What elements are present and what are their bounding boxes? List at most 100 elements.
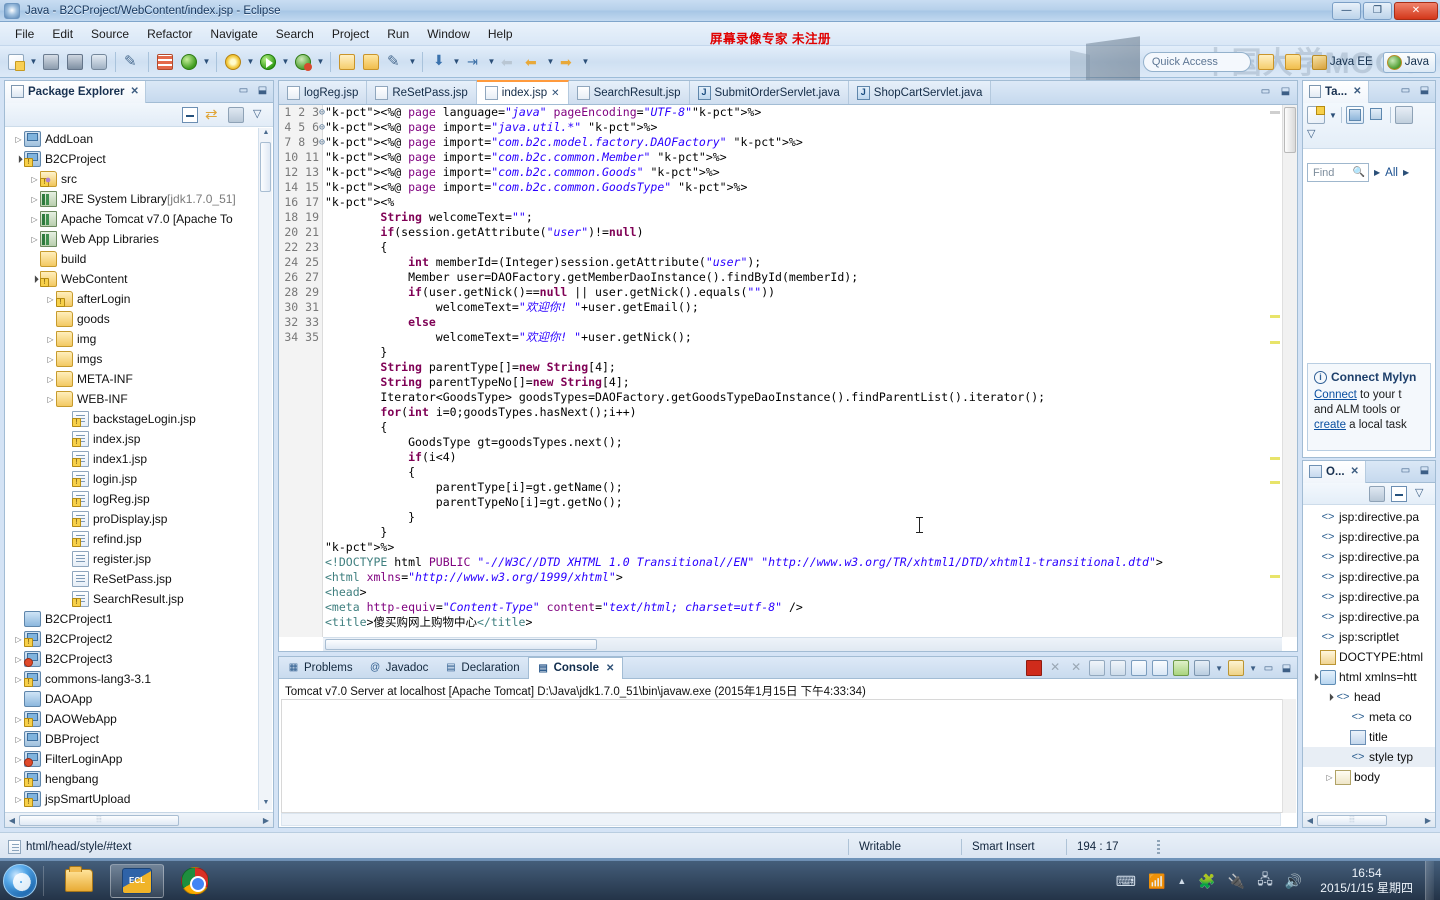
tree-item[interactable]: FilterLoginApp [5, 749, 273, 769]
show-desktop-button[interactable] [1425, 861, 1434, 900]
network-icon[interactable]: 🖧 [1257, 869, 1273, 893]
tree-expand-icon[interactable] [13, 755, 24, 764]
tree-item[interactable]: JRE System Library [jdk1.7.0_51] [5, 189, 273, 209]
tree-item[interactable]: B2CProject3 [5, 649, 273, 669]
outline-item[interactable]: title [1303, 727, 1435, 747]
outline-item[interactable]: <> jsp:directive.pa [1303, 607, 1435, 627]
tree-expand-icon[interactable] [45, 335, 56, 344]
minimize-icon[interactable]: ▭ [237, 84, 250, 97]
tree-expand-icon[interactable] [29, 175, 40, 184]
tree-item[interactable]: ! afterLogin [5, 289, 273, 309]
outline-item[interactable]: <> meta co [1303, 707, 1435, 727]
next-annotation-dropdown-icon[interactable]: ▼ [451, 51, 462, 73]
tree-expand-icon[interactable] [13, 715, 24, 724]
tree-item[interactable]: ! logReg.jsp [5, 489, 273, 509]
customize-perspective-icon[interactable] [1282, 51, 1304, 73]
outline-item[interactable]: <> jsp:directive.pa [1303, 587, 1435, 607]
outline-item[interactable]: DOCTYPE:html [1303, 647, 1435, 667]
back-icon[interactable] [522, 51, 544, 73]
tree-expand-icon[interactable] [13, 735, 24, 744]
next-annotation-icon[interactable] [428, 51, 450, 73]
tree-expand-icon[interactable] [1324, 693, 1335, 701]
minimize-button[interactable]: — [1332, 2, 1361, 20]
scroll-right-icon[interactable]: ▶ [259, 816, 273, 825]
outline-hscrollbar[interactable]: ◀ ⦙⦙⦙ ▶ [1303, 812, 1435, 827]
tree-expand-icon[interactable] [13, 635, 24, 644]
maximize-icon[interactable]: ⬓ [1279, 85, 1292, 98]
tree-item[interactable]: ! commons-lang3-3.1 [5, 669, 273, 689]
external-tools-icon[interactable] [222, 51, 244, 73]
remove-all-launches-icon[interactable] [1068, 660, 1084, 676]
close-icon[interactable]: ✕ [1353, 86, 1361, 97]
menu-item-window[interactable]: Window [418, 25, 479, 43]
maximize-icon[interactable]: ⬓ [256, 84, 269, 97]
tree-item[interactable]: ReSetPass.jsp [5, 569, 273, 589]
scroll-right-icon[interactable]: ▶ [1421, 816, 1435, 825]
editor-vscroll-thumb[interactable] [1284, 107, 1296, 153]
tree-expand-icon[interactable] [45, 295, 56, 304]
remove-launch-icon[interactable] [1047, 660, 1063, 676]
outline-item[interactable]: <> jsp:scriptlet [1303, 627, 1435, 647]
tree-item[interactable]: DAOApp [5, 689, 273, 709]
new-java-package-icon[interactable] [154, 51, 176, 73]
tree-item[interactable]: ! SearchResult.jsp [5, 589, 273, 609]
tree-item[interactable]: ! proDisplay.jsp [5, 509, 273, 529]
focus-on-active-task-icon[interactable] [228, 106, 244, 123]
scroll-up-icon[interactable]: ▲ [261, 129, 271, 139]
outline-item[interactable]: <> jsp:directive.pa [1303, 567, 1435, 587]
console-options-dropdown-icon[interactable]: ▼ [1249, 664, 1257, 673]
open-console-icon[interactable] [1173, 660, 1190, 676]
close-icon[interactable]: ✕ [131, 86, 139, 97]
menu-item-source[interactable]: Source [82, 25, 138, 43]
new-task-dropdown-icon[interactable]: ▼ [1329, 111, 1337, 120]
view-menu-icon[interactable] [251, 107, 267, 123]
source-code[interactable]: "k-pct"><%@ page language="java" pageEnc… [325, 105, 1267, 637]
editor-tab[interactable]: SearchResult.jsp [568, 81, 690, 104]
menu-item-file[interactable]: File [6, 25, 43, 43]
bottom-tab[interactable]: @ Javadoc [361, 657, 437, 679]
maximize-button[interactable]: ❐ [1363, 2, 1392, 20]
external-tools-dropdown-icon[interactable]: ▼ [245, 51, 256, 73]
taskbar-clock[interactable]: 16:54 2015/1/15 星期四 [1314, 866, 1413, 896]
console-hscrollbar[interactable] [281, 813, 1281, 826]
keyboard-layout-icon[interactable]: ⌨ [1116, 873, 1136, 890]
menu-item-run[interactable]: Run [378, 25, 418, 43]
scroll-left-icon[interactable]: ◀ [1303, 816, 1317, 825]
scroll-down-icon[interactable]: ▼ [261, 799, 271, 809]
categorized-presentation-icon[interactable] [1345, 106, 1364, 124]
tree-expand-icon[interactable] [13, 775, 24, 784]
outline-item[interactable]: <> style typ [1303, 747, 1435, 767]
print-icon[interactable] [88, 51, 110, 73]
menu-item-project[interactable]: Project [323, 25, 378, 43]
minimize-icon[interactable]: ▭ [1262, 662, 1275, 675]
search-dropdown-icon[interactable]: ▼ [407, 51, 418, 73]
display-selected-console-icon[interactable] [1152, 660, 1169, 676]
maximize-icon[interactable]: ⬓ [1418, 84, 1431, 97]
outline-item[interactable]: <> jsp:directive.pa [1303, 507, 1435, 527]
volume-icon[interactable]: 🔊 [1285, 873, 1302, 890]
tree-item[interactable]: ! src [5, 169, 273, 189]
editor-hscrollbar[interactable] [323, 637, 1282, 651]
editor-tab[interactable]: SubmitOrderServlet.java [689, 81, 849, 104]
task-view-menu-icon[interactable]: ▽ [1307, 127, 1315, 140]
hscroll-thumb[interactable]: ⦙⦙⦙ [1317, 814, 1387, 826]
tab-task-list[interactable]: Ta... ✕ [1303, 80, 1369, 103]
new-task-icon[interactable] [1307, 106, 1325, 124]
package-explorer-vscrollbar[interactable]: ▲ ▼ [258, 128, 272, 810]
filter-next-icon[interactable]: ▶ [1403, 168, 1409, 177]
bottom-tab[interactable]: ▤ Console ✕ [527, 656, 624, 679]
tree-expand-icon[interactable] [13, 795, 24, 804]
outline-item[interactable]: <> jsp:directive.pa [1303, 547, 1435, 567]
tree-expand-icon[interactable] [29, 235, 40, 244]
focus-on-workweek-icon[interactable] [1394, 106, 1413, 124]
new-java-class-icon[interactable] [178, 51, 200, 73]
bottom-tab[interactable]: ▤ Declaration [436, 657, 527, 679]
pin-console-icon[interactable] [1131, 660, 1148, 676]
tree-expand-icon[interactable] [13, 655, 24, 664]
open-type-icon[interactable] [336, 51, 358, 73]
run-icon[interactable] [257, 51, 279, 73]
tree-item[interactable]: img [5, 329, 273, 349]
outline-item[interactable]: html xmlns=htt [1303, 667, 1435, 687]
save-all-icon[interactable] [64, 51, 86, 73]
wifi-icon[interactable]: 📶 [1148, 873, 1165, 890]
